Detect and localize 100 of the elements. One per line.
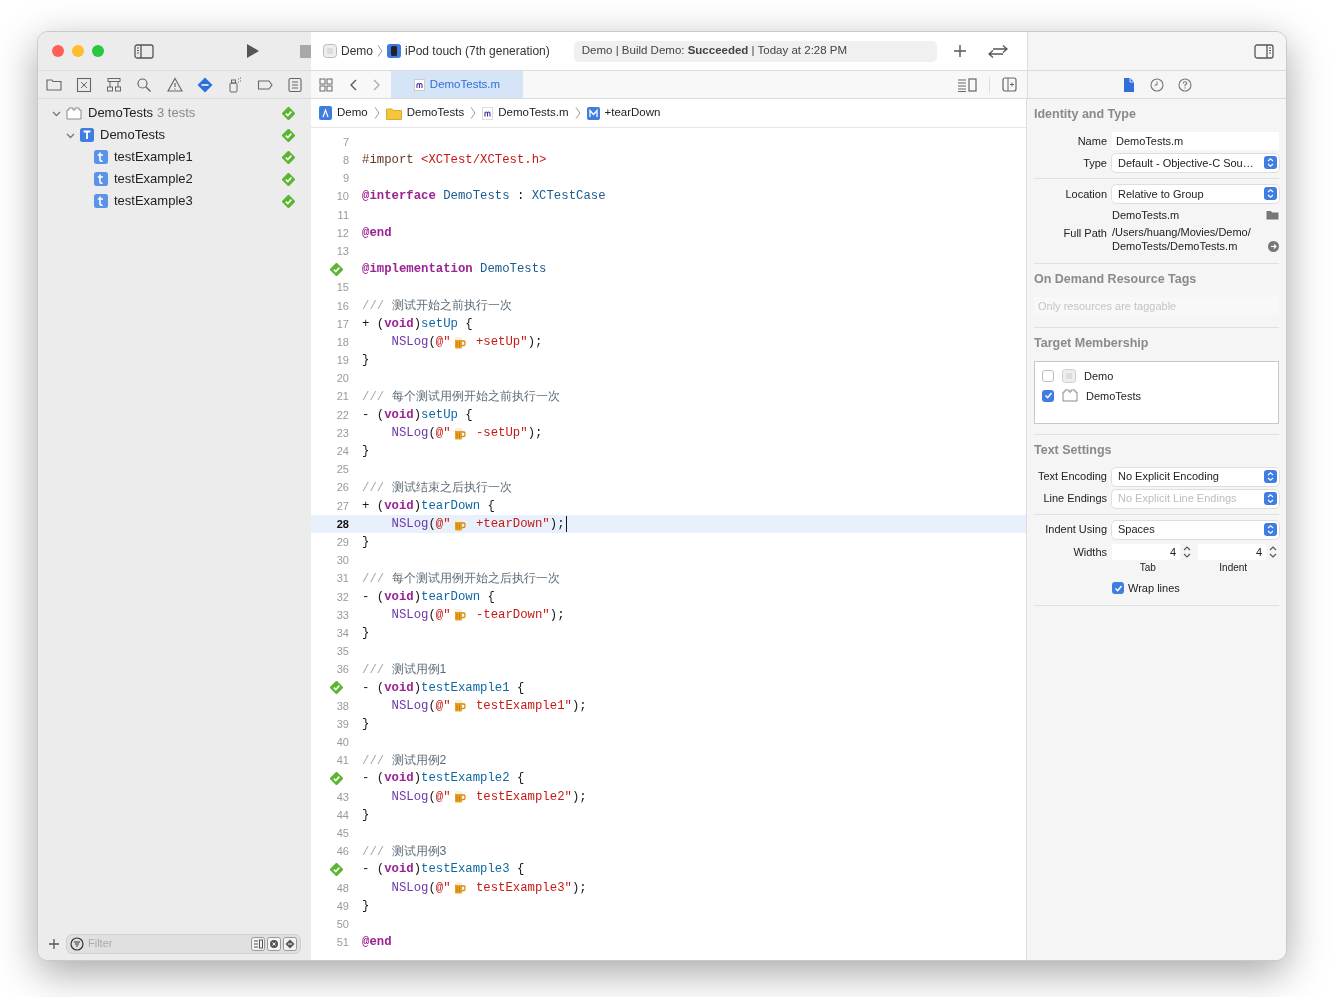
hierarchy-icon[interactable]: [106, 76, 123, 93]
test-method-icon: [94, 172, 108, 186]
code-text: - (void)testExample1 {: [362, 679, 525, 697]
popup-button[interactable]: Default - Objective-C Sou…: [1112, 153, 1279, 172]
beer-mug-icon: [453, 790, 466, 804]
test-row[interactable]: testExample2: [38, 168, 311, 190]
field-label: Line Endings: [1042, 491, 1107, 507]
back-icon[interactable]: [349, 78, 357, 91]
checkbox[interactable]: [1042, 369, 1054, 382]
stepper[interactable]: [1268, 544, 1278, 559]
code-text: -tearDown");: [474, 606, 565, 624]
line-number: 51: [336, 935, 349, 951]
add-icon[interactable]: [953, 44, 967, 58]
m-file-icon: [413, 78, 425, 91]
field-label: Location: [1064, 186, 1107, 202]
sidebar-toggle-icon[interactable]: [134, 43, 154, 59]
grid-icon[interactable]: [319, 77, 333, 92]
code-text: /// 测试用例3: [362, 842, 447, 861]
warning-icon[interactable]: [166, 76, 183, 93]
line-number: 22: [336, 407, 349, 423]
popup-button[interactable]: Relative to Group: [1112, 184, 1279, 203]
zoom-icon: [92, 45, 104, 57]
path-separator-icon: [574, 107, 581, 119]
clock-icon[interactable]: [1150, 76, 1164, 93]
code-text: NSLog(@": [390, 697, 451, 715]
field-label: Type: [1082, 155, 1107, 171]
bundle-icon: [1062, 389, 1078, 403]
target-name: Demo: [1084, 368, 1114, 384]
code-text: testExample3");: [474, 879, 587, 897]
line-number: 46: [336, 844, 349, 860]
device-selector[interactable]: iPod touch (7th generation): [387, 42, 550, 60]
code-text: -setUp");: [474, 424, 543, 442]
name-field[interactable]: DemoTests.m: [1112, 131, 1279, 150]
spray-can-icon[interactable]: [226, 76, 243, 93]
code-text: }: [362, 624, 370, 642]
line-number: 25: [336, 462, 349, 478]
folder-icon[interactable]: [46, 76, 62, 93]
test-row[interactable]: testExample3: [38, 190, 311, 212]
code-text: NSLog(@": [390, 333, 451, 351]
code-text: NSLog(@": [390, 788, 451, 806]
test-row[interactable]: DemoTests: [38, 124, 311, 146]
line-number: 50: [336, 916, 349, 932]
test-row[interactable]: testExample1: [38, 146, 311, 168]
split-editor-icon[interactable]: [1002, 77, 1017, 92]
path-separator-icon: [470, 107, 477, 119]
run-icon[interactable]: [246, 43, 260, 59]
breadcrumb-item[interactable]: DemoTests.m: [482, 104, 569, 122]
line-number: 27: [336, 498, 349, 514]
test-count: 3 tests: [157, 104, 196, 123]
m-file-icon: [482, 106, 494, 120]
tab-width-field[interactable]: 4: [1112, 543, 1180, 560]
test-name: testExample3: [114, 192, 193, 211]
popup-button[interactable]: No Explicit Encoding: [1112, 467, 1279, 486]
editor-tab[interactable]: DemoTests.m: [391, 71, 523, 98]
beer-mug-icon: [453, 517, 466, 531]
line-number: 19: [336, 353, 349, 369]
line-number: 38: [336, 698, 349, 714]
line-number: 36: [336, 662, 349, 678]
line-number: 34: [336, 625, 349, 641]
report-icon[interactable]: [287, 76, 303, 93]
code-text: }: [362, 806, 370, 824]
stepper[interactable]: [1182, 544, 1192, 559]
add-icon[interactable]: [48, 937, 60, 950]
source-control-icon[interactable]: [76, 76, 93, 93]
swap-arrows-icon[interactable]: [987, 44, 1009, 58]
target-name: DemoTests: [1086, 388, 1142, 404]
search-icon[interactable]: [136, 76, 153, 93]
reveal-arrow-icon: [1268, 241, 1279, 253]
scheme-selector[interactable]: Demo: [323, 42, 373, 60]
method-icon: [586, 106, 600, 120]
indent-width-field[interactable]: 4: [1198, 543, 1266, 560]
field-label: Widths: [1072, 544, 1107, 560]
checkbox[interactable]: [1042, 389, 1054, 402]
test-row[interactable]: DemoTests 3 tests: [38, 102, 311, 124]
line-number: 44: [336, 807, 349, 823]
code-text: NSLog(@": [390, 606, 451, 624]
code-text: testExample1");: [474, 697, 587, 715]
code-text: }: [362, 897, 370, 915]
code-text: + (void)tearDown {: [362, 497, 495, 515]
file-icon[interactable]: [1122, 76, 1136, 93]
breadcrumb-item[interactable]: DemoTests: [385, 104, 465, 122]
app-icon: [323, 44, 337, 58]
breadcrumb-item[interactable]: Demo: [319, 104, 368, 122]
code-text: NSLog(@": [390, 879, 451, 897]
line-number: 11: [337, 207, 349, 223]
field-label: Full Path: [1062, 226, 1107, 242]
code-text: #import <XCTest/XCTest.h>: [362, 152, 547, 170]
breadcrumb-item[interactable]: +tearDown: [586, 104, 661, 122]
line-number: 23: [336, 425, 349, 441]
line-number: 33: [336, 607, 349, 623]
help-icon[interactable]: [1178, 76, 1192, 93]
test-diamond-icon[interactable]: [196, 76, 213, 93]
popup-button[interactable]: Spaces: [1112, 520, 1279, 539]
line-number: 15: [336, 280, 349, 296]
inspector-toggle-icon[interactable]: [1254, 43, 1274, 59]
beer-mug-icon: [453, 608, 466, 622]
popup-arrows-icon: [1264, 492, 1277, 505]
minimap-icon[interactable]: [957, 77, 977, 92]
checkbox[interactable]: [1112, 582, 1124, 595]
line-number: 13: [336, 243, 349, 259]
